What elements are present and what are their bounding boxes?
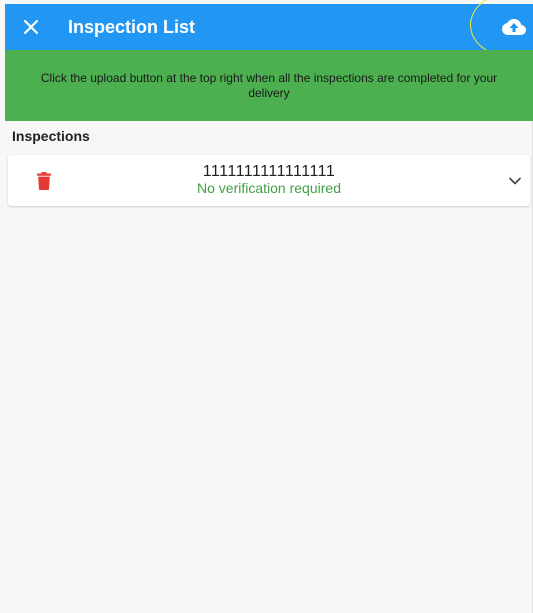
inspection-id: 1111111111111111 bbox=[202, 163, 336, 180]
expand-button[interactable] bbox=[504, 171, 526, 191]
inspection-status: No verification required bbox=[197, 180, 341, 196]
close-icon bbox=[23, 19, 39, 35]
inspection-info: 1111111111111111 No verification require… bbox=[8, 163, 530, 197]
inspection-list-screen: Inspection List Click the upload button … bbox=[0, 0, 533, 613]
inspection-list-item[interactable]: 1111111111111111 No verification require… bbox=[8, 155, 530, 206]
section-heading: Inspections bbox=[12, 128, 90, 144]
banner-message: Click the upload button at the top right… bbox=[40, 70, 498, 100]
chevron-down-icon bbox=[509, 177, 521, 185]
app-bar: Inspection List bbox=[5, 4, 533, 50]
instruction-banner: Click the upload button at the top right… bbox=[5, 50, 533, 121]
close-button[interactable] bbox=[17, 13, 45, 41]
page-title: Inspection List bbox=[68, 17, 196, 37]
